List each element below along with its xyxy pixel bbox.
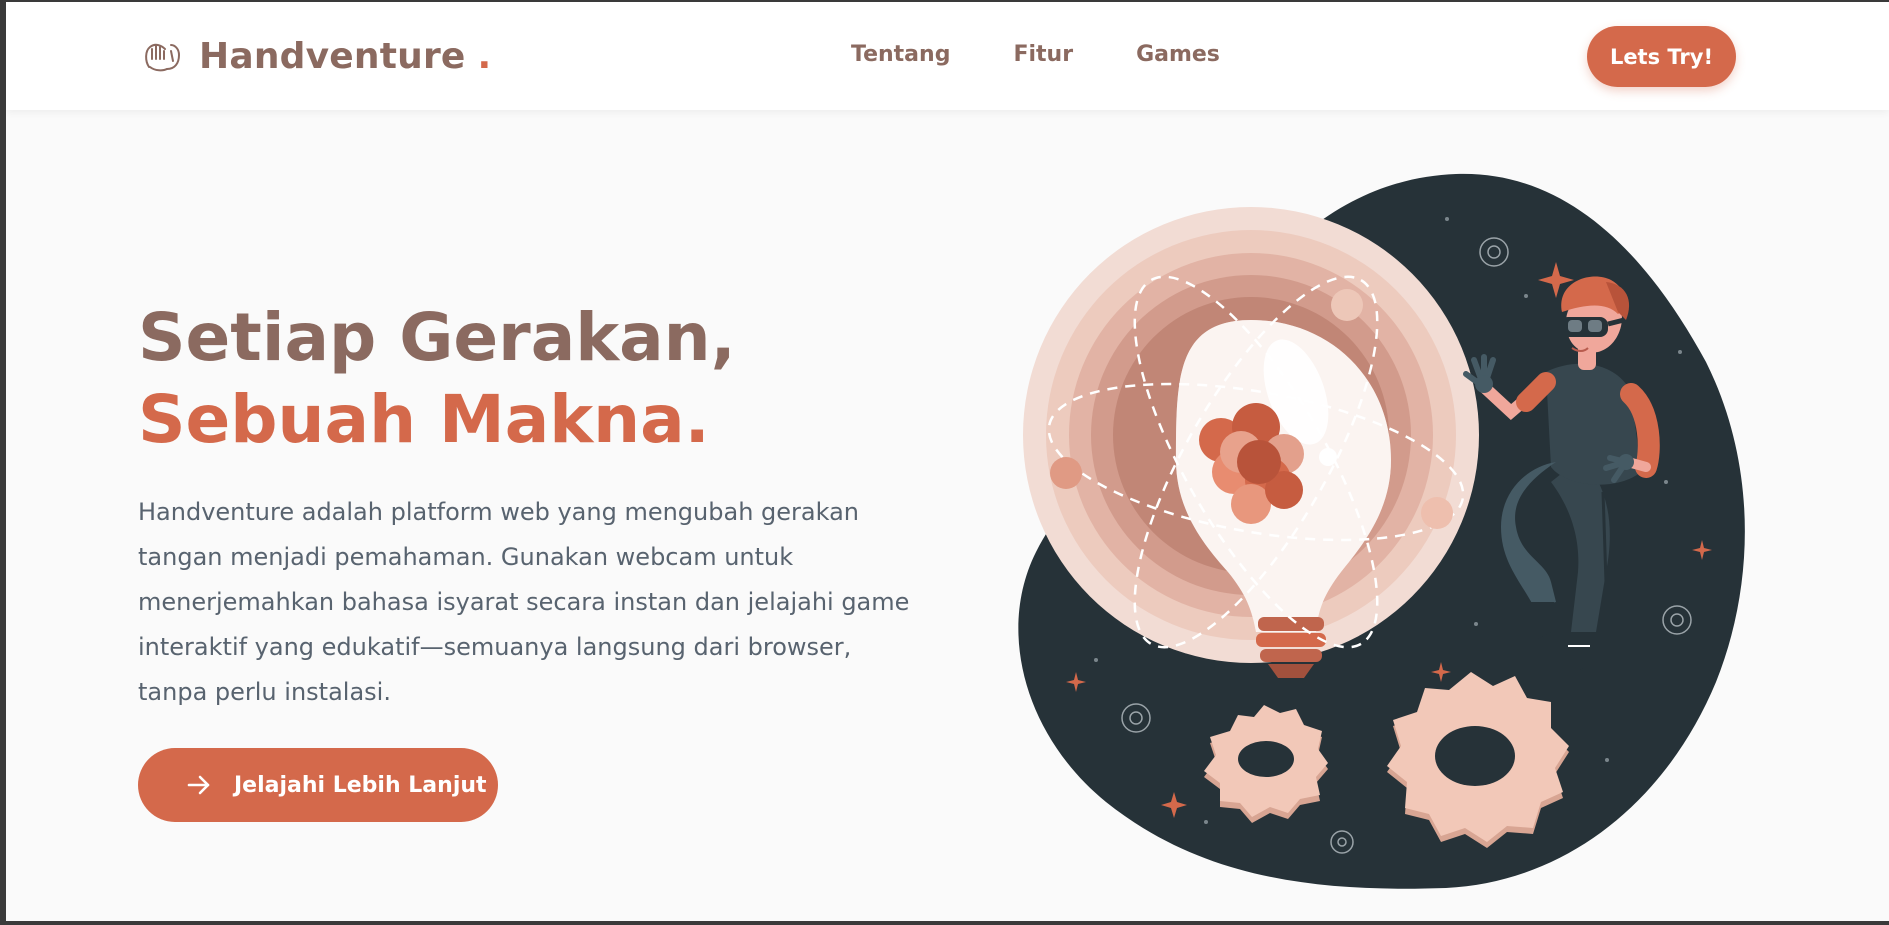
brand[interactable]: Handventure . xyxy=(141,36,491,77)
navbar: Handventure . Tentang Fitur Games Lets T… xyxy=(6,2,1889,110)
explore-button[interactable]: Jelajahi Lebih Lanjut xyxy=(138,748,498,822)
hero-title-line-2: Sebuah Makna. xyxy=(138,381,710,458)
nav-link-fitur[interactable]: Fitur xyxy=(1013,42,1073,67)
brand-dot: . xyxy=(477,36,492,77)
hand-wave-icon xyxy=(145,43,180,71)
hero-illustration xyxy=(1018,173,1745,889)
electron-1 xyxy=(1331,289,1363,321)
electron-3 xyxy=(1421,497,1453,529)
hero-title-line-1: Setiap Gerakan, xyxy=(138,299,736,376)
nav-link-games[interactable]: Games xyxy=(1136,42,1220,67)
electron-2 xyxy=(1050,457,1082,489)
lets-try-button[interactable]: Lets Try! xyxy=(1587,26,1736,87)
nav-link-tentang[interactable]: Tentang xyxy=(851,42,950,67)
nav-links: Tentang Fitur Games xyxy=(851,42,1283,67)
hero-description: Handventure adalah platform web yang men… xyxy=(138,498,910,706)
explore-button-label: Jelajahi Lebih Lanjut xyxy=(234,772,487,798)
page: Handventure . Tentang Fitur Games Lets T… xyxy=(6,2,1889,921)
hero-title: Setiap Gerakan, Sebuah Makna. xyxy=(138,297,736,461)
arrow-right-icon xyxy=(187,775,210,795)
brand-name: Handventure xyxy=(199,36,466,77)
